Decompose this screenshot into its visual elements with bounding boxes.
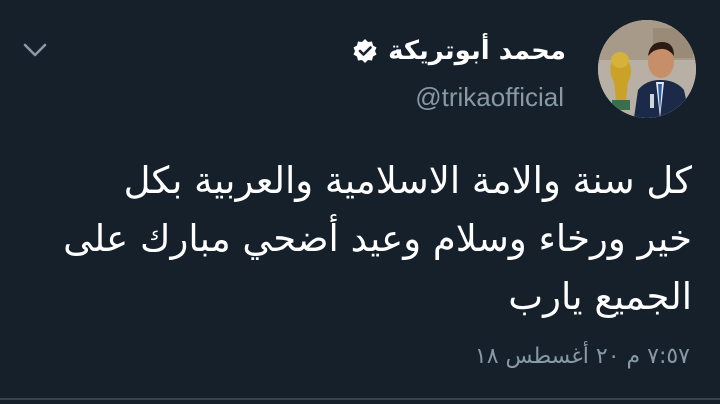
author-name-row: محمد أبوتريكة (352, 36, 566, 66)
tweet-text-line: الجميع يارب (508, 275, 692, 318)
tweet-text-line: خير ورخاء وسلام وعيد أضحي مبارك على (63, 217, 692, 260)
author-name[interactable]: محمد أبوتريكة (388, 36, 566, 66)
tweet-card: محمد أبوتريكة @trikaofficial كل سنة والا… (0, 0, 720, 404)
tweet-text-line: كل سنة والامة الاسلامية والعربية بكل (123, 159, 692, 202)
tweet-text: كل سنة والامة الاسلامية والعربية بكل خير… (22, 152, 692, 326)
tweet-timestamp[interactable]: ٧:٥٧ م ٢٠ أغسطس ١٨ (475, 344, 690, 369)
divider (0, 398, 720, 400)
author-handle[interactable]: @trikaofficial (415, 82, 564, 113)
verified-badge-icon (352, 38, 378, 64)
avatar[interactable] (598, 20, 696, 118)
chevron-down-icon[interactable] (20, 38, 50, 62)
